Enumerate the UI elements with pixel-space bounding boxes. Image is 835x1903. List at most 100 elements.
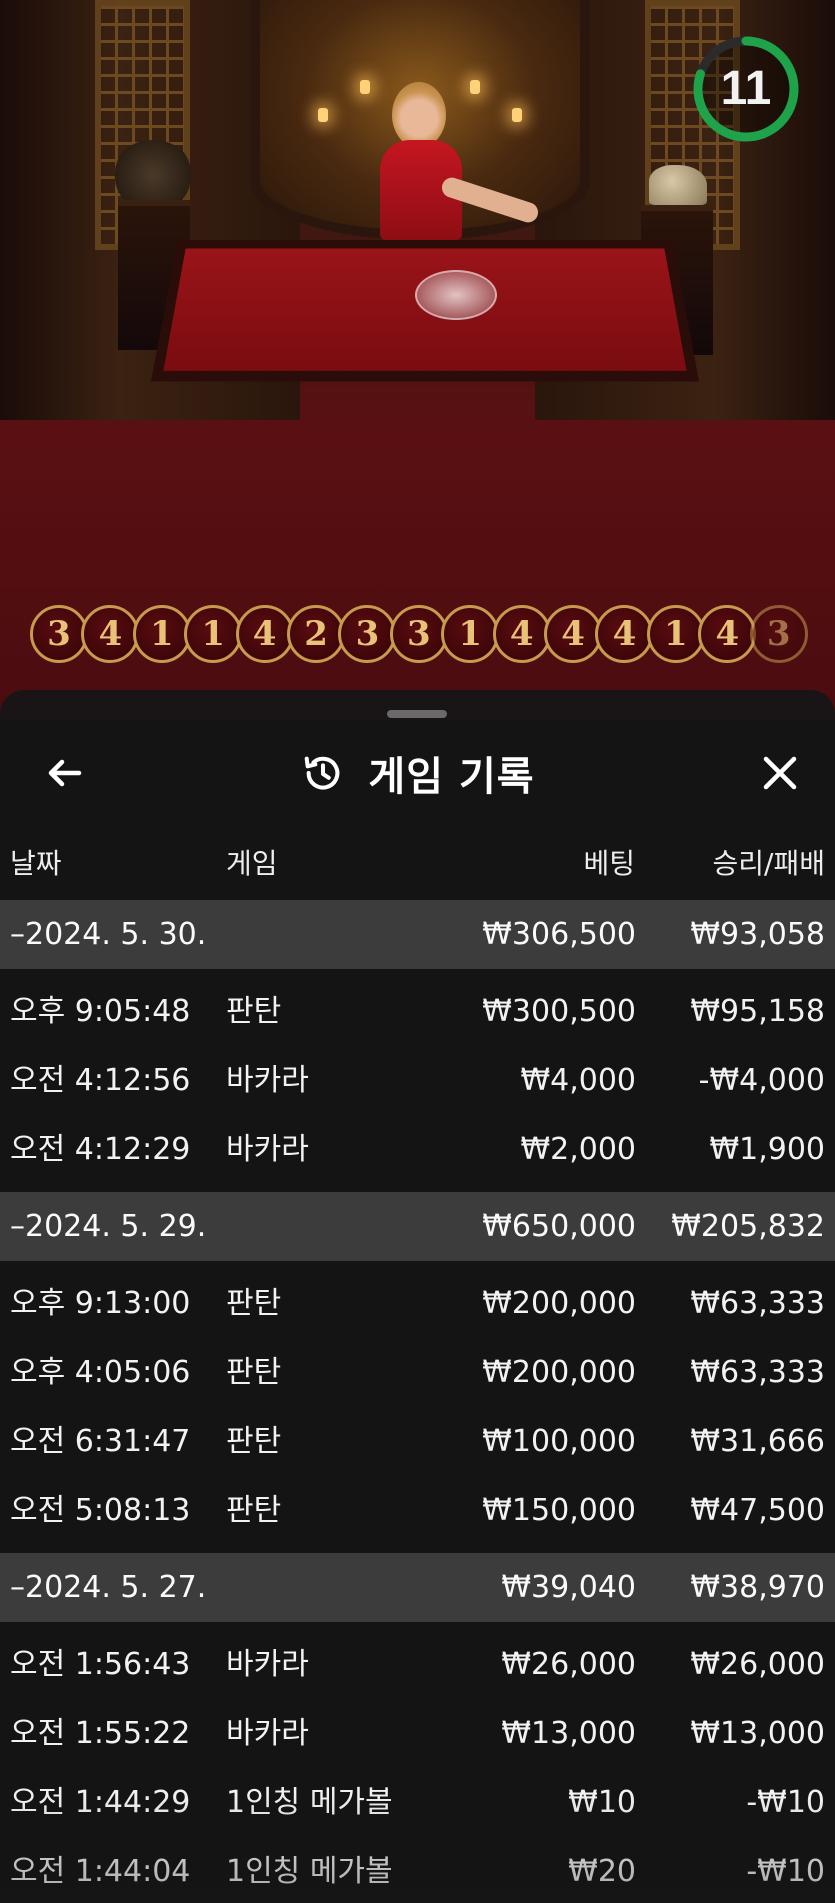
entry-game: 판탄 xyxy=(226,1424,282,1459)
entry-bet: ₩300,500 xyxy=(482,994,636,1029)
history-entry-row[interactable]: 오후 9:13:00 판탄 ₩200,000 ₩63,333 xyxy=(0,1269,835,1338)
dealer-head xyxy=(392,82,446,148)
day-win-total: ₩38,970 xyxy=(690,1570,825,1605)
entry-win-loss: ₩63,333 xyxy=(690,1355,825,1390)
roadmap-bead: 3 xyxy=(30,605,88,663)
live-video-feed: 11 341142331444143 xyxy=(0,0,835,720)
entry-bet: ₩200,000 xyxy=(482,1355,636,1390)
sheet-header: 게임 기록 xyxy=(0,740,835,806)
entry-time: 오전 4:12:56 xyxy=(10,1063,191,1098)
column-header-game: 게임 xyxy=(226,847,278,880)
day-date: –2024. 5. 27. xyxy=(10,1570,207,1605)
history-icon xyxy=(305,756,340,790)
roadmap-bead: 1 xyxy=(441,605,500,663)
row-spacer xyxy=(0,1184,835,1192)
back-button[interactable] xyxy=(38,746,92,800)
entry-time: 오후 9:13:00 xyxy=(10,1286,191,1321)
history-entry-row[interactable]: 오전 1:55:22 바카라 ₩13,000 ₩13,000 xyxy=(0,1699,835,1768)
roadmap-bead: 1 xyxy=(132,605,191,663)
glass-bowl xyxy=(415,270,497,320)
row-spacer xyxy=(0,969,835,977)
entry-win-loss: ₩63,333 xyxy=(690,1286,825,1321)
entry-win-loss: -₩10 xyxy=(746,1785,825,1820)
column-header-win-loss: 승리/패배 xyxy=(712,847,825,880)
entry-time: 오전 5:08:13 xyxy=(10,1493,191,1528)
entry-game: 바카라 xyxy=(226,1132,309,1167)
roadmap-bead: 2 xyxy=(287,605,346,663)
entry-win-loss: -₩10 xyxy=(746,1854,825,1889)
entry-win-loss: ₩47,500 xyxy=(690,1493,825,1528)
day-summary-row[interactable]: –2024. 5. 27. ₩39,040 ₩38,970 xyxy=(0,1553,835,1622)
entry-game: 판탄 xyxy=(226,1355,282,1390)
day-bet-total: ₩650,000 xyxy=(482,1209,636,1244)
entry-bet: ₩200,000 xyxy=(482,1286,636,1321)
entry-time: 오전 4:12:29 xyxy=(10,1132,191,1167)
roadmap-bead: 1 xyxy=(184,605,243,663)
dragon-statue xyxy=(649,165,707,205)
countdown-timer: 11 xyxy=(690,33,802,145)
day-summary-row[interactable]: –2024. 5. 29. ₩650,000 ₩205,832 xyxy=(0,1192,835,1261)
sheet-title: 게임 기록 xyxy=(0,740,835,806)
entry-win-loss: ₩31,666 xyxy=(690,1424,825,1459)
game-history-sheet: 게임 기록 날짜 게임 베팅 승리/패배 –2024. 5. 30. ₩306,5… xyxy=(0,690,835,1903)
history-entry-row[interactable]: 오전 1:56:43 바카라 ₩26,000 ₩26,000 xyxy=(0,1630,835,1699)
entry-game: 판탄 xyxy=(226,994,282,1029)
entry-game: 판탄 xyxy=(226,1286,282,1321)
close-button[interactable] xyxy=(753,746,807,800)
history-entry-row[interactable]: 오후 9:05:48 판탄 ₩300,500 ₩95,158 xyxy=(0,977,835,1046)
history-entry-row[interactable]: 오전 1:44:29 1인칭 메가볼 ₩10 -₩10 xyxy=(0,1768,835,1837)
drag-handle[interactable] xyxy=(387,710,447,718)
entry-bet: ₩13,000 xyxy=(501,1716,636,1751)
entry-bet: ₩2,000 xyxy=(520,1132,636,1167)
entry-game: 1인칭 메가볼 xyxy=(226,1854,393,1889)
lamp-decoration xyxy=(360,80,370,94)
entry-game: 바카라 xyxy=(226,1063,309,1098)
entry-time: 오전 1:44:04 xyxy=(10,1854,191,1889)
roadmap-bead: 1 xyxy=(646,605,705,663)
history-entry-row[interactable]: 오전 1:44:04 1인칭 메가볼 ₩20 -₩10 xyxy=(0,1837,835,1903)
roadmap-bead: 4 xyxy=(544,605,603,663)
roadmap-bead: 4 xyxy=(235,605,294,663)
entry-time: 오전 6:31:47 xyxy=(10,1424,191,1459)
entry-time: 오후 9:05:48 xyxy=(10,994,191,1029)
entry-time: 오전 1:55:22 xyxy=(10,1716,191,1751)
row-spacer xyxy=(0,1545,835,1553)
lamp-decoration xyxy=(470,80,480,94)
roadmap-beads: 341142331444143 xyxy=(30,605,808,663)
day-date: –2024. 5. 30. xyxy=(10,917,207,952)
roadmap-bead: 4 xyxy=(81,605,140,663)
roadmap-bead: 4 xyxy=(492,605,551,663)
column-header-date: 날짜 xyxy=(10,847,62,880)
roadmap-bead: 4 xyxy=(595,605,654,663)
history-entry-row[interactable]: 오후 4:05:06 판탄 ₩200,000 ₩63,333 xyxy=(0,1338,835,1407)
entry-game: 1인칭 메가볼 xyxy=(226,1785,393,1820)
column-headers: 날짜 게임 베팅 승리/패배 xyxy=(0,842,835,882)
history-entry-row[interactable]: 오전 6:31:47 판탄 ₩100,000 ₩31,666 xyxy=(0,1407,835,1476)
roadmap-bead: 3 xyxy=(389,605,448,663)
roadmap-bead: 3 xyxy=(749,605,808,663)
entry-time: 오후 4:05:06 xyxy=(10,1355,191,1390)
entry-win-loss: ₩95,158 xyxy=(690,994,825,1029)
history-list: –2024. 5. 30. ₩306,500 ₩93,058 오후 9:05:48 판탄… xyxy=(0,900,835,1903)
entry-game: 바카라 xyxy=(226,1716,309,1751)
entry-time: 오전 1:44:29 xyxy=(10,1785,191,1820)
arrow-left-icon xyxy=(48,759,82,787)
day-summary-row[interactable]: –2024. 5. 30. ₩306,500 ₩93,058 xyxy=(0,900,835,969)
entry-bet: ₩10 xyxy=(568,1785,636,1820)
sheet-title-text: 게임 기록 xyxy=(368,754,535,800)
entry-bet: ₩150,000 xyxy=(482,1493,636,1528)
row-spacer xyxy=(0,1261,835,1269)
lamp-decoration xyxy=(512,108,522,122)
entry-win-loss: ₩26,000 xyxy=(690,1647,825,1682)
entry-win-loss: -₩4,000 xyxy=(698,1063,825,1098)
entry-bet: ₩26,000 xyxy=(501,1647,636,1682)
day-bet-total: ₩39,040 xyxy=(501,1570,636,1605)
entry-win-loss: ₩13,000 xyxy=(690,1716,825,1751)
entry-game: 바카라 xyxy=(226,1647,309,1682)
entry-game: 판탄 xyxy=(226,1493,282,1528)
history-entry-row[interactable]: 오전 4:12:56 바카라 ₩4,000 -₩4,000 xyxy=(0,1046,835,1115)
entry-win-loss: ₩1,900 xyxy=(709,1132,825,1167)
history-entry-row[interactable]: 오전 5:08:13 판탄 ₩150,000 ₩47,500 xyxy=(0,1476,835,1545)
day-win-total: ₩205,832 xyxy=(671,1209,825,1244)
history-entry-row[interactable]: 오전 4:12:29 바카라 ₩2,000 ₩1,900 xyxy=(0,1115,835,1184)
